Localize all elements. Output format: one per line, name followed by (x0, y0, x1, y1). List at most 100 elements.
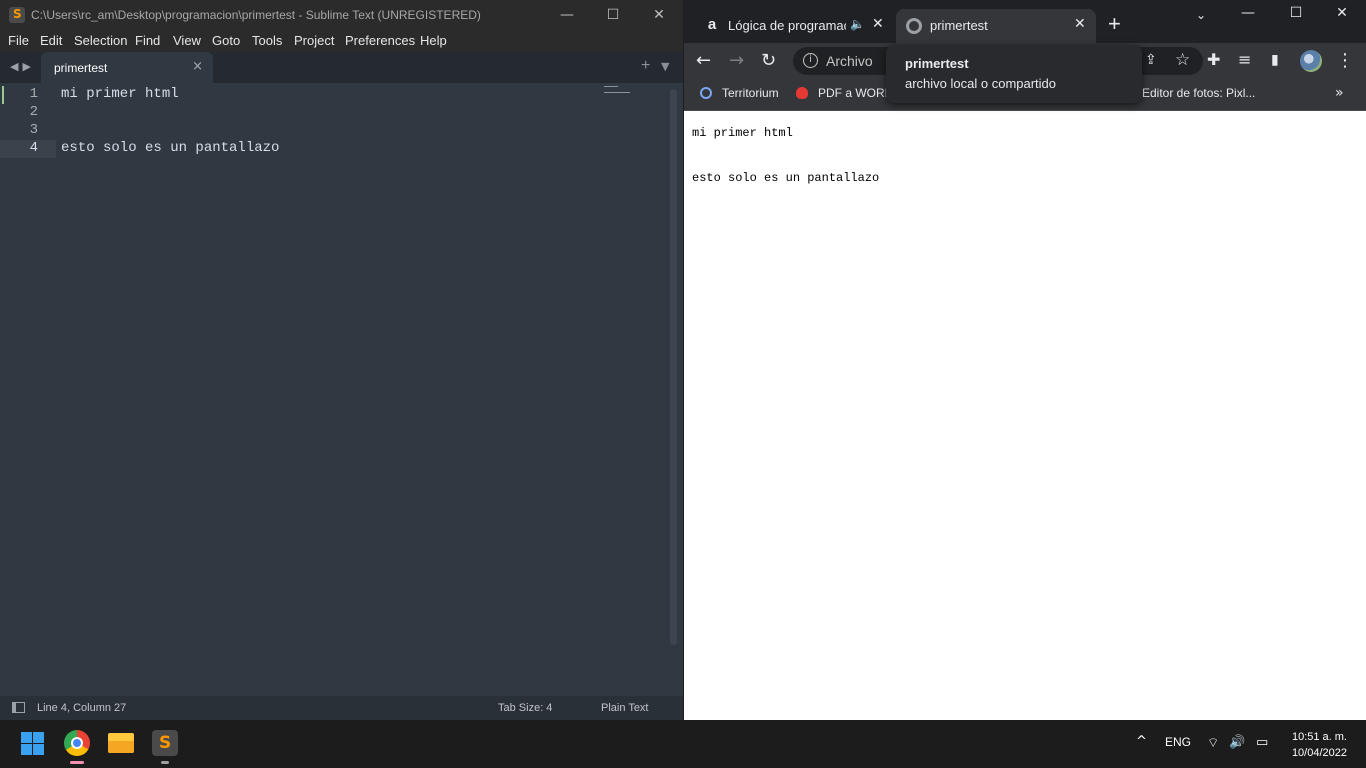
tab-title: primertest (930, 18, 988, 33)
info-icon[interactable]: i (803, 53, 818, 68)
minimap-line (604, 86, 618, 87)
window-title: C:\Users\rc_am\Desktop\programacion\prim… (31, 8, 481, 22)
maximize-button[interactable]: ☐ (1273, 5, 1319, 29)
bookmark-label: Editor de fotos: Pixl... (1142, 86, 1256, 100)
hover-card-subtitle: archivo local o compartido (905, 76, 1057, 91)
tab-close-icon[interactable]: × (192, 59, 203, 74)
tab-title: Lógica de programaci (728, 18, 846, 33)
reload-icon[interactable]: ↻ (761, 50, 776, 71)
more-bookmarks-icon[interactable]: » (1335, 85, 1344, 101)
code-line[interactable]: mi primer html (61, 86, 179, 102)
tab-hover-card: primertest archivo local o compartido (886, 45, 1142, 103)
menu-tools[interactable]: Tools (252, 33, 282, 48)
menu-project[interactable]: Project (294, 33, 334, 48)
more-menu-icon[interactable]: ⋮ (1336, 50, 1354, 71)
bookmark-pdf-a-word[interactable]: PDF a WORD (796, 86, 893, 100)
bookmark-label: Territorium (722, 86, 779, 100)
cursor-position[interactable]: Line 4, Column 27 (37, 702, 126, 714)
chrome-taskbar-icon[interactable] (64, 730, 90, 756)
extensions-puzzle-icon[interactable]: ✚ (1207, 50, 1220, 69)
tab-primertest[interactable]: primertest ✕ (896, 9, 1096, 43)
close-button[interactable]: ✕ (636, 0, 682, 30)
bookmark-star-icon[interactable]: ☆ (1175, 50, 1190, 70)
new-tab-icon[interactable]: + (641, 57, 650, 75)
sublime-text-taskbar-icon[interactable] (152, 730, 178, 756)
share-icon[interactable]: ⇪ (1145, 52, 1157, 68)
line-number: 1 (29, 86, 38, 102)
file-explorer-icon[interactable] (108, 733, 134, 753)
language-indicator[interactable]: ENG (1165, 735, 1191, 749)
code-line[interactable]: esto solo es un pantallazo (61, 140, 279, 156)
menu-file[interactable]: File (8, 33, 29, 48)
tab-close-icon[interactable]: ✕ (872, 16, 884, 32)
forward-arrow-icon[interactable]: → (729, 50, 744, 71)
sublime-titlebar: C:\Users\rc_am\Desktop\programacion\prim… (0, 0, 683, 30)
line-number: 2 (29, 104, 38, 120)
running-indicator (70, 761, 84, 764)
tab-bar: ◀▶ primertest × + ▼ (0, 52, 683, 83)
menu-goto[interactable]: Goto (212, 33, 240, 48)
clock-time: 10:51 a. m. (1291, 731, 1347, 743)
start-tile (33, 732, 44, 743)
page-text-line: mi primer html (692, 126, 793, 140)
line-number: 3 (29, 122, 38, 138)
audio-playing-icon[interactable]: 🔈 (850, 17, 865, 31)
bookmark-territorium[interactable]: Territorium (700, 86, 779, 100)
menu-edit[interactable]: Edit (40, 33, 62, 48)
tab-size-indicator[interactable]: Tab Size: 4 (498, 702, 552, 714)
tab-label: primertest (54, 61, 108, 75)
wifi-icon[interactable]: ⌔ (1207, 735, 1219, 751)
start-tile (33, 744, 44, 755)
menu-help[interactable]: Help (420, 33, 447, 48)
side-panel-icon[interactable]: ▮ (1271, 52, 1279, 68)
profile-avatar[interactable] (1300, 50, 1322, 72)
minimize-button[interactable]: — (544, 0, 590, 30)
start-tile (21, 744, 32, 755)
globe-icon (906, 18, 922, 34)
menu-bar: File Edit Selection Find View Goto Tools… (0, 30, 683, 52)
tab-search-chevron-icon[interactable]: ⌄ (1196, 8, 1206, 22)
volume-icon[interactable]: 🔊 (1229, 735, 1245, 750)
menu-view[interactable]: View (173, 33, 201, 48)
new-tab-button[interactable]: + (1108, 11, 1121, 37)
territorium-icon (700, 87, 712, 99)
chrome-tab-strip: a Lógica de programaci 🔈 ✕ primertest ✕ … (684, 0, 1366, 43)
windows-start-icon[interactable] (20, 730, 48, 758)
site-info-chip[interactable]: Archivo (826, 53, 873, 69)
panel-toggle-icon[interactable] (12, 702, 25, 713)
tab-close-icon[interactable]: ✕ (1074, 16, 1086, 32)
clock-date: 10/04/2022 (1291, 747, 1347, 759)
minimize-button[interactable]: — (1225, 5, 1271, 29)
page-content: mi primer html esto solo es un pantallaz… (684, 112, 1366, 720)
minimap[interactable] (604, 86, 634, 94)
media-controls-icon[interactable]: ≡ (1238, 50, 1251, 69)
close-button[interactable]: ✕ (1319, 5, 1365, 29)
tab-logica-de-programacion[interactable]: a Lógica de programaci 🔈 ✕ (694, 9, 894, 43)
start-tile (21, 732, 32, 743)
heart-icon (796, 87, 808, 99)
tab-nav-arrows-icon[interactable]: ◀▶ (10, 60, 35, 73)
menu-find[interactable]: Find (135, 33, 160, 48)
hover-card-title: primertest (905, 56, 969, 71)
maximize-button[interactable]: ☐ (590, 0, 636, 30)
editor-area[interactable]: 1 2 3 4 mi primer html esto solo es un p… (0, 83, 683, 696)
running-indicator (161, 761, 169, 764)
site-favicon-icon: a (704, 17, 720, 34)
menu-selection[interactable]: Selection (74, 33, 127, 48)
back-arrow-icon[interactable]: ← (696, 50, 711, 71)
tab-primertest[interactable]: primertest × (41, 52, 213, 83)
page-text-line: esto solo es un pantallazo (692, 171, 880, 185)
system-clock[interactable]: 10:51 a. m. 10/04/2022 (1292, 729, 1347, 761)
menu-preferences[interactable]: Preferences (345, 33, 415, 48)
line-number: 4 (29, 140, 38, 156)
bookmark-label: PDF a WORD (818, 86, 894, 100)
vertical-scrollbar[interactable] (670, 89, 677, 645)
show-hidden-icons-chevron-icon[interactable]: ^ (1136, 734, 1147, 749)
taskbar: ^ ENG ⌔ 🔊 ▭ 10:51 a. m. 10/04/2022 (0, 720, 1366, 768)
bookmark-editor-de-fotos[interactable]: Editor de fotos: Pixl... (1142, 86, 1255, 100)
battery-icon[interactable]: ▭ (1256, 735, 1268, 750)
chrome-window: a Lógica de programaci 🔈 ✕ primertest ✕ … (684, 0, 1366, 720)
syntax-indicator[interactable]: Plain Text (601, 702, 649, 714)
status-bar: Line 4, Column 27 Tab Size: 4 Plain Text (0, 696, 683, 720)
tab-list-dropdown-icon[interactable]: ▼ (661, 60, 669, 73)
